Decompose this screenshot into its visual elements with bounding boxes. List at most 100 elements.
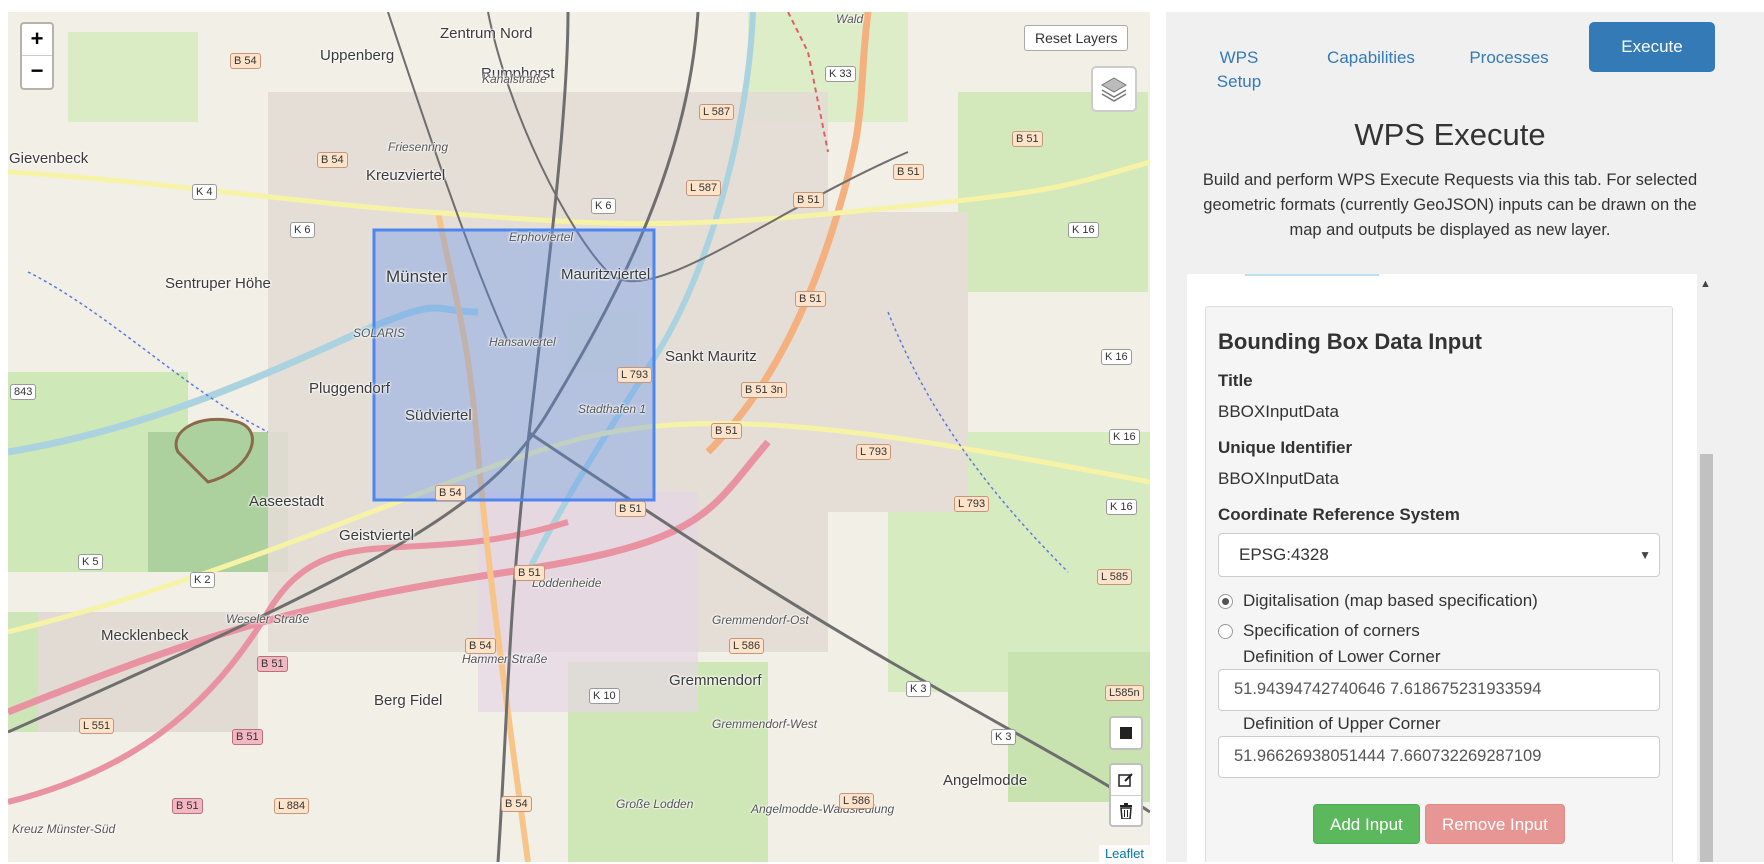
road-shield: K 16 xyxy=(1106,499,1137,515)
draw-rectangle-button[interactable] xyxy=(1111,718,1141,748)
place-label: Geistviertel xyxy=(339,527,415,544)
edit-control xyxy=(1109,763,1143,827)
page-title: WPS Execute xyxy=(1354,117,1546,152)
road-shield: K 16 xyxy=(1101,349,1132,365)
tab-underline xyxy=(1245,274,1379,276)
road-shield: L 587 xyxy=(686,180,722,196)
tab-capabilities[interactable]: Capabilities xyxy=(1308,46,1434,70)
road-shield: B 51 xyxy=(172,798,203,814)
road-shield: L 586 xyxy=(839,793,875,809)
card-title: Bounding Box Data Input xyxy=(1218,329,1482,354)
road-shield: L 793 xyxy=(617,367,653,383)
road-shield: K 3 xyxy=(991,729,1016,745)
zoom-out-button[interactable]: − xyxy=(22,56,52,88)
place-label: Friesenring xyxy=(388,140,449,154)
zoom-control: + − xyxy=(20,22,54,90)
chevron-down-icon: ▼ xyxy=(1639,548,1651,562)
road-shield: K 16 xyxy=(1109,429,1140,445)
trash-icon xyxy=(1120,802,1132,819)
add-input-button[interactable]: Add Input xyxy=(1313,804,1420,844)
road-shield: K 6 xyxy=(290,222,315,238)
place-label: Münster xyxy=(386,267,448,286)
delete-layers-button[interactable] xyxy=(1111,795,1141,825)
road-shield: B 51 xyxy=(257,656,288,672)
road-shield: K 10 xyxy=(589,688,620,704)
identifier-label: Unique Identifier xyxy=(1218,438,1353,457)
upper-corner-input[interactable]: 51.96626938051444 7.660732269287109 xyxy=(1218,736,1660,778)
edit-layers-button[interactable] xyxy=(1111,765,1141,795)
place-label: Sankt Mauritz xyxy=(665,348,757,365)
road-shield: B 54 xyxy=(435,485,466,501)
scrollbar[interactable]: ▲ xyxy=(1697,274,1714,862)
layers-icon xyxy=(1101,77,1127,102)
upper-corner-label: Definition of Upper Corner xyxy=(1243,714,1441,733)
road-shield: B 51 xyxy=(793,192,824,208)
radio-checked-icon[interactable] xyxy=(1218,593,1233,609)
place-label: Uppenberg xyxy=(320,47,395,64)
remove-input-button[interactable]: Remove Input xyxy=(1425,804,1565,844)
road-shield: B 51 xyxy=(893,164,924,180)
road-shield: K 4 xyxy=(192,184,217,200)
road-shield: B 54 xyxy=(501,796,532,812)
draw-rectangle-control xyxy=(1109,716,1143,750)
road-shield: B 51 xyxy=(232,729,263,745)
road-shield: B 54 xyxy=(317,152,348,168)
crs-selected-value: EPSG:4328 xyxy=(1239,545,1329,564)
place-label: Kreuzviertel xyxy=(366,167,446,184)
bbox-input-card: Bounding Box Data Input Title BBOXInputD… xyxy=(1205,306,1673,862)
edit-icon xyxy=(1118,773,1133,787)
crs-select[interactable]: EPSG:4328 ▼ xyxy=(1218,533,1660,577)
place-label: Gremmendorf-West xyxy=(712,717,818,731)
road-shield: L 793 xyxy=(856,444,892,460)
radio-label: Digitalisation (map based specification) xyxy=(1243,591,1538,610)
page-description: Build and perform WPS Execute Requests v… xyxy=(1202,171,1698,239)
radio-unchecked-icon[interactable] xyxy=(1218,623,1233,639)
radio-corners[interactable]: Specification of corners xyxy=(1218,621,1420,641)
radio-digitalisation[interactable]: Digitalisation (map based specification) xyxy=(1218,591,1538,611)
road-shield: B 51 xyxy=(1012,131,1043,147)
zoom-in-button[interactable]: + xyxy=(22,24,52,56)
road-shield: B 51 xyxy=(514,565,545,581)
place-label: Aaseestadt xyxy=(249,493,325,510)
place-label: Erphoviertel xyxy=(509,230,574,244)
place-label: Hammer Straße xyxy=(462,652,548,666)
scrollbar-thumb[interactable] xyxy=(1700,454,1713,862)
road-shield: K 6 xyxy=(591,198,616,214)
road-shield: L 793 xyxy=(954,496,990,512)
place-label: Mecklenbeck xyxy=(101,627,189,644)
place-label: Kanalstraße xyxy=(482,72,547,86)
place-label: Große Lodden xyxy=(616,797,694,811)
place-label: Weseler Straße xyxy=(226,612,310,626)
layers-button[interactable] xyxy=(1091,66,1137,112)
place-label: Mauritzviertel xyxy=(561,266,651,283)
road-shield: K 5 xyxy=(78,554,103,570)
place-label: Pluggendorf xyxy=(309,380,390,397)
road-shield: K 3 xyxy=(906,681,931,697)
tab-processes[interactable]: Processes xyxy=(1446,46,1572,70)
road-shield: K 2 xyxy=(190,572,215,588)
road-shield: 843 xyxy=(10,384,37,400)
map-view[interactable]: Zentrum Nord Uppenberg Rumphorst Gievenb… xyxy=(8,12,1150,862)
crs-label: Coordinate Reference System xyxy=(1218,505,1460,524)
place-label: Wald xyxy=(836,12,864,26)
wps-panel: WPS Setup Capabilities Processes Execute… xyxy=(1166,12,1764,862)
tab-execute[interactable]: Execute xyxy=(1589,22,1715,72)
place-label: Gremmendorf xyxy=(669,672,762,689)
road-shield: L 586 xyxy=(729,638,765,654)
scroll-up-icon[interactable]: ▲ xyxy=(1700,278,1711,290)
place-label: Gremmendorf-Ost xyxy=(712,613,809,627)
leaflet-attribution-link[interactable]: Leaflet xyxy=(1098,845,1150,862)
map-tiles xyxy=(8,12,1150,862)
inputs-scroll-area[interactable]: Bounding Box Data Input Title BBOXInputD… xyxy=(1187,274,1697,862)
road-shield: B 51 xyxy=(795,291,826,307)
place-label: Zentrum Nord xyxy=(440,25,533,42)
title-label: Title xyxy=(1218,371,1253,390)
reset-layers-button[interactable]: Reset Layers xyxy=(1024,25,1129,51)
lower-corner-input[interactable]: 51.94394742740646 7.618675231933594 xyxy=(1218,669,1660,711)
road-shield: B 51 xyxy=(615,501,646,517)
place-label: Südviertel xyxy=(405,407,472,424)
road-shield: B 51 3n xyxy=(741,382,787,398)
place-label: Kreuz Münster-Süd xyxy=(12,822,116,836)
lower-corner-label: Definition of Lower Corner xyxy=(1243,647,1441,666)
tab-wps-setup[interactable]: WPS Setup xyxy=(1206,46,1272,94)
